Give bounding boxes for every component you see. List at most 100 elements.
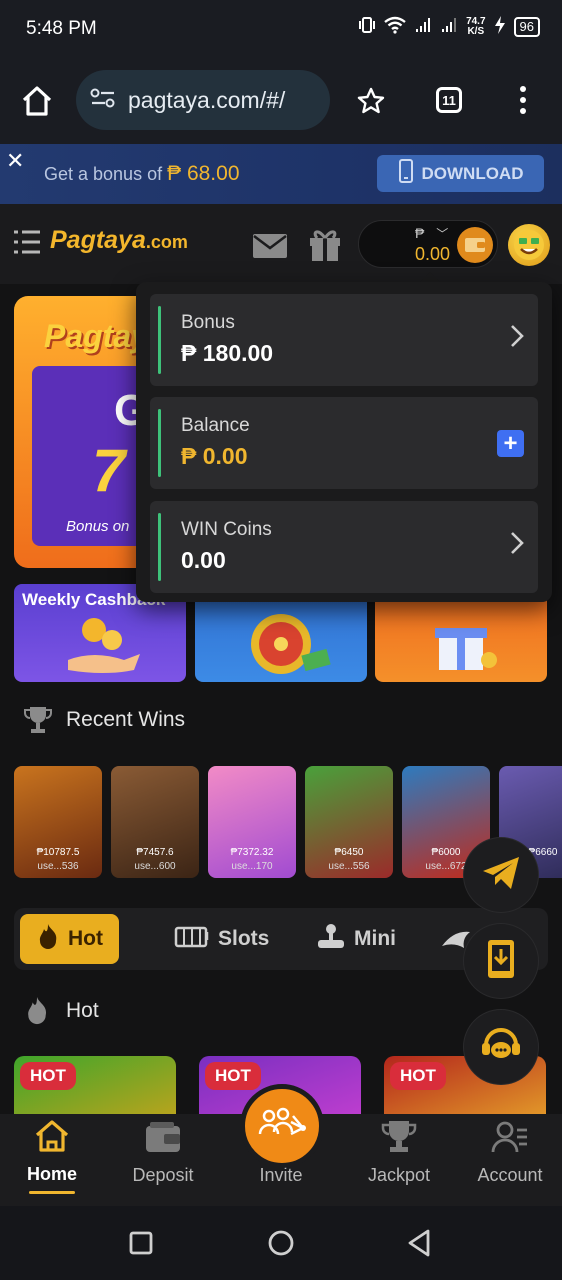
hot-badge: HOT [205,1062,261,1090]
gift-icon[interactable] [308,226,342,267]
dropdown-item-balance: Balance ₱ 0.00 + [150,397,538,489]
invite-network-icon [257,1104,307,1149]
logo-suffix: .com [145,232,188,252]
slot-machine-icon [174,924,210,954]
headset-chat-icon [480,1025,522,1070]
charging-icon [494,16,506,37]
recent-wins-title: Recent Wins [66,708,186,731]
nav-account-label: Account [477,1165,543,1185]
nav-home[interactable]: Home [0,1114,108,1206]
phone-icon [398,159,414,188]
download-label: DOWNLOAD [421,163,524,183]
close-banner-icon[interactable]: ✕ [6,148,24,174]
recent-win-thumb[interactable]: ₱7372.32 use...170 [208,766,296,878]
app-download-button[interactable] [464,924,538,998]
account-nav-icon [491,1120,529,1159]
browser-menu-icon[interactable] [517,84,529,121]
system-navigation-bar [0,1206,562,1280]
wallet-icon [457,227,493,263]
hot-badge: HOT [390,1062,446,1090]
item-accent-bar [158,409,161,477]
tab-switcher-button[interactable]: 11 [436,87,462,113]
vibrate-icon [358,16,376,37]
chevron-right-icon [510,531,524,560]
win-user: use...556 [328,861,370,872]
win-user: use...600 [134,861,176,872]
hot-section-title: Hot [66,999,99,1022]
win-user: use...536 [37,861,79,872]
hamburger-menu-icon[interactable] [12,228,42,261]
telegram-icon [481,855,521,896]
bookmark-star-icon[interactable] [356,86,386,121]
win-amount: ₱10787.5 [36,847,80,858]
download-button[interactable]: DOWNLOAD [377,155,544,192]
home-icon[interactable] [20,84,54,123]
add-balance-button[interactable]: + [497,430,524,457]
win-user: use...170 [231,861,273,872]
tab-hot[interactable]: Hot [20,914,119,964]
browser-toolbar: pagtaya.com/#/ 11 [0,58,562,144]
tab-slots[interactable]: Slots [158,914,285,964]
win-amount: ₱7372.32 [230,847,274,858]
win-coins-value: 0.00 [181,547,226,573]
coins-hand-icon [64,610,144,681]
nav-deposit-label: Deposit [132,1165,194,1185]
dropdown-item-bonus[interactable]: Bonus ₱ 180.00 [150,294,538,386]
nav-deposit[interactable]: Deposit [107,1114,219,1206]
banner-text-prefix: Get a bonus of [44,164,163,184]
dropdown-item-win-coins[interactable]: WIN Coins 0.00 [150,501,538,593]
lucky-wheel-icon [241,608,331,682]
recent-win-thumb[interactable]: ₱6450 use...556 [305,766,393,878]
bonus-label: Bonus [181,312,235,333]
recent-win-thumb[interactable]: ₱7457.6 use...600 [111,766,199,878]
tab-mini-label: Mini [354,927,396,950]
balance-value: ₱ 0.00 [181,443,248,469]
address-bar[interactable]: pagtaya.com/#/ [76,70,330,130]
status-bar: 5:48 PM 74.7 K/S 96 [0,0,562,58]
balance-label: Balance [181,415,250,436]
flame-icon [36,922,60,956]
signal-icon-2 [440,16,458,37]
chevron-right-icon [510,324,524,353]
wallet-currency: ₱ ﹀ [415,225,449,241]
site-settings-icon[interactable] [90,87,116,114]
hot-flame-icon [24,994,50,1031]
wallet-dropdown: Bonus ₱ 180.00 Balance ₱ 0.00 + WIN Coin… [136,282,552,602]
wifi-icon [384,16,406,37]
logo-main: Pagtaya [50,226,146,254]
support-chat-button[interactable] [464,1010,538,1084]
tab-slots-label: Slots [218,927,270,950]
wallet-nav-icon [144,1120,182,1159]
mail-icon[interactable] [252,232,288,265]
battery-level: 96 [513,16,540,37]
promo-big-number: 7 [92,437,126,504]
network-speed-value: 74.7 [466,15,486,27]
avatar[interactable] [508,224,550,266]
status-icons: 74.7 K/S 96 [358,16,540,37]
recent-win-thumb[interactable]: ₱10787.5 use...536 [14,766,102,878]
wallet-balance: 0.00 [415,244,451,264]
status-time: 5:48 PM [26,18,97,39]
invite-fab[interactable] [240,1084,324,1168]
recents-square-icon[interactable] [128,1230,154,1261]
wallet-balance-pill[interactable]: ₱ ﹀ 0.00 [358,220,498,268]
nav-home-label: Home [26,1164,77,1184]
nav-jackpot[interactable]: Jackpot [343,1114,455,1206]
tab-hot-label: Hot [68,927,103,950]
telegram-button[interactable] [464,838,538,912]
home-circle-icon[interactable] [267,1229,295,1262]
item-accent-bar [158,306,161,374]
network-speed: 74.7 K/S [466,15,486,37]
dropdown-caret [420,272,440,282]
site-logo[interactable]: Pagtaya.com [50,226,188,255]
nav-jackpot-label: Jackpot [367,1165,431,1185]
nav-account[interactable]: Account [454,1114,562,1206]
back-triangle-icon[interactable] [406,1228,432,1263]
trophy-icon [24,704,52,741]
promo-caption: Bonus on [66,518,130,535]
url-text: pagtaya.com/#/ [128,86,286,113]
promo-banner[interactable]: Pagtaya G 7 Bonus on [14,296,154,568]
joystick-icon [316,922,346,956]
network-speed-unit: K/S [467,25,485,37]
tab-mini[interactable]: Mini [300,914,412,964]
